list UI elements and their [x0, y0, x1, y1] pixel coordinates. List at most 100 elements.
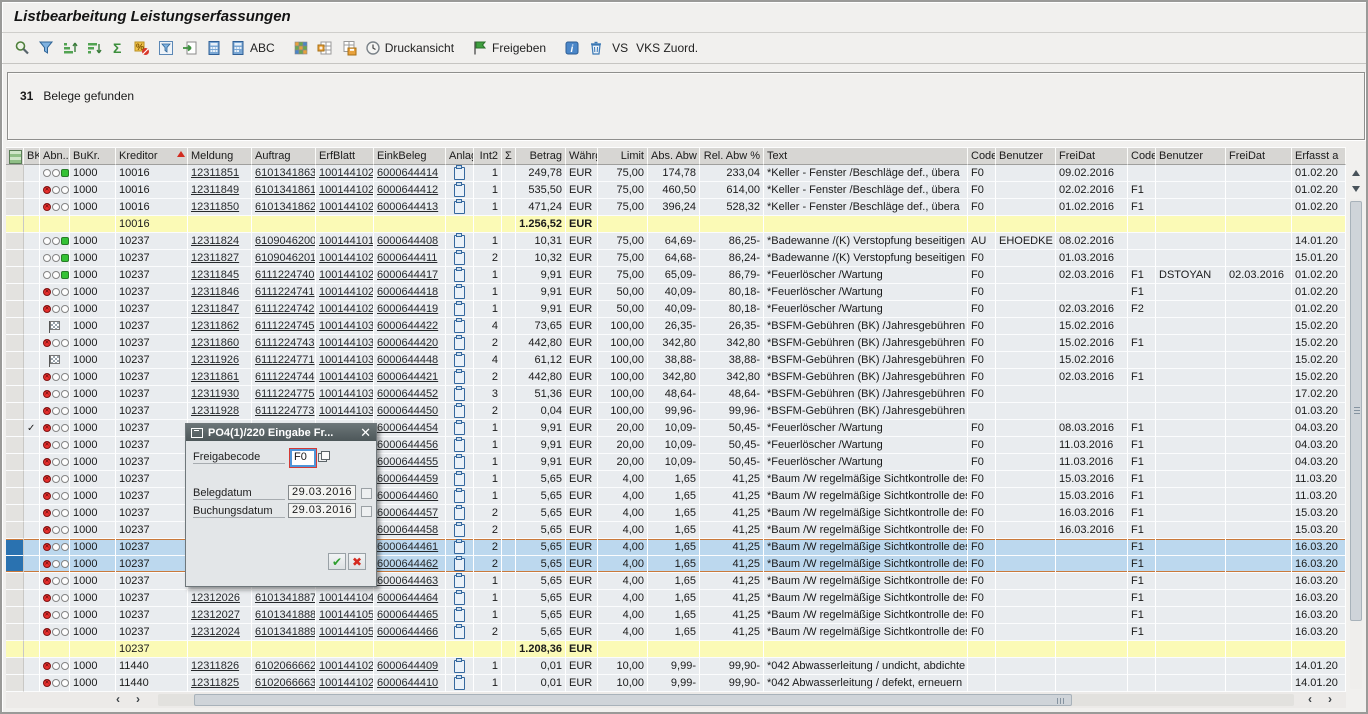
auftrag-link[interactable]: 6111224771	[255, 354, 315, 366]
set-filter-button[interactable]	[154, 38, 178, 58]
cell-auftrag[interactable]: 6101341861	[252, 182, 316, 199]
sort-ascending-button[interactable]	[58, 38, 82, 58]
row-selector[interactable]	[6, 165, 24, 182]
col-header-freidat1[interactable]: FreiDat	[1056, 147, 1128, 165]
table-row[interactable]: 1000102371231184761112247421001441028600…	[6, 301, 1346, 318]
row-selector[interactable]	[6, 505, 24, 522]
cell-auftrag[interactable]: 6111224740	[252, 267, 316, 284]
row-selector[interactable]	[6, 284, 24, 301]
attachment-icon[interactable]	[454, 592, 465, 605]
cell-anlagen[interactable]	[446, 267, 474, 284]
attachment-icon[interactable]	[454, 626, 465, 639]
row-selector[interactable]	[6, 216, 24, 233]
attachment-icon[interactable]	[454, 524, 465, 537]
einkbeleg-link[interactable]: 6000644419	[377, 303, 438, 315]
cell-einkbeleg[interactable]: 6000644459	[374, 471, 446, 488]
cell-anlagen[interactable]	[446, 233, 474, 250]
cell-anlagen[interactable]	[446, 624, 474, 641]
cell-auftrag[interactable]: 6111224744	[252, 369, 316, 386]
cell-erfblatt[interactable]: 1001441021	[316, 675, 374, 692]
einkbeleg-link[interactable]: 6000644456	[377, 439, 438, 451]
attachment-icon[interactable]	[454, 286, 465, 299]
attachment-icon[interactable]	[454, 541, 465, 554]
dialog-title-bar[interactable]: PO4(1)/220 Eingabe Fr... ✕	[186, 424, 376, 441]
einkbeleg-link[interactable]: 6000644420	[377, 337, 438, 349]
cell-auftrag[interactable]: 6101341862	[252, 199, 316, 216]
row-selector[interactable]	[6, 624, 24, 641]
cell-meldung[interactable]: 12311845	[188, 267, 252, 284]
cell-anlagen[interactable]	[446, 403, 474, 420]
cell-anlagen[interactable]	[446, 505, 474, 522]
meldung-link[interactable]: 12311849	[191, 184, 239, 196]
attachment-icon[interactable]	[454, 269, 465, 282]
attachment-icon[interactable]	[454, 167, 465, 180]
cell-einkbeleg[interactable]: 6000644419	[374, 301, 446, 318]
cell-meldung[interactable]: 12311850	[188, 199, 252, 216]
cell-auftrag[interactable]: 6101341863	[252, 165, 316, 182]
row-selector[interactable]	[6, 607, 24, 624]
attachment-icon[interactable]	[454, 456, 465, 469]
einkbeleg-link[interactable]: 6000644421	[377, 371, 438, 383]
table-row[interactable]: 1000102371231186161112247441001441034600…	[6, 369, 1346, 386]
cell-erfblatt[interactable]: 1001441024	[316, 182, 374, 199]
release-button[interactable]: Freigeben	[468, 38, 550, 58]
einkbeleg-link[interactable]: 6000644459	[377, 473, 438, 485]
erfblatt-link[interactable]: 1001441024	[319, 184, 374, 196]
row-selector[interactable]	[6, 454, 24, 471]
einkbeleg-link[interactable]: 6000644418	[377, 286, 438, 298]
cell-meldung[interactable]: 12311827	[188, 250, 252, 267]
table-row[interactable]: 1000102371231192861112247731001441036600…	[6, 403, 1346, 420]
row-selector[interactable]	[6, 420, 24, 437]
auftrag-link[interactable]: 6111224745	[255, 320, 315, 332]
cell-anlagen[interactable]	[446, 658, 474, 675]
export-button[interactable]	[178, 38, 202, 58]
cell-einkbeleg[interactable]: 6000644450	[374, 403, 446, 420]
hscroll-thumb[interactable]	[194, 694, 1072, 706]
table-row[interactable]: 1000100161231185161013418631001441023600…	[6, 165, 1346, 182]
cell-anlagen[interactable]	[446, 369, 474, 386]
einkbeleg-link[interactable]: 6000644409	[377, 660, 438, 672]
meldung-link[interactable]: 12311861	[191, 371, 239, 383]
attachment-icon[interactable]	[454, 609, 465, 622]
row-selector[interactable]	[6, 318, 24, 335]
einkbeleg-link[interactable]: 6000644457	[377, 507, 438, 519]
cell-auftrag[interactable]: 6111224745	[252, 318, 316, 335]
cell-erfblatt[interactable]: 1001441019	[316, 233, 374, 250]
einkbeleg-link[interactable]: 6000644464	[377, 592, 438, 604]
auftrag-link[interactable]: 6109046201	[255, 252, 316, 264]
cell-meldung[interactable]: 12311825	[188, 675, 252, 692]
horizontal-scrollbar[interactable]: ‹ › ‹ ›	[6, 692, 1346, 708]
cell-auftrag[interactable]: 6109046200	[252, 233, 316, 250]
cell-meldung[interactable]: 12311846	[188, 284, 252, 301]
attachment-icon[interactable]	[454, 252, 465, 265]
cell-einkbeleg[interactable]: 6000644454	[374, 420, 446, 437]
filter-button[interactable]	[34, 38, 58, 58]
cell-anlagen[interactable]	[446, 539, 474, 556]
meldung-link[interactable]: 12311926	[191, 354, 239, 366]
hscroll-track[interactable]	[158, 694, 1294, 706]
table-row[interactable]: 1000102371231182761090462011001441022600…	[6, 250, 1346, 267]
einkbeleg-link[interactable]: 6000644448	[377, 354, 438, 366]
meldung-link[interactable]: 12311845	[191, 269, 239, 281]
attachment-icon[interactable]	[454, 201, 465, 214]
einkbeleg-link[interactable]: 6000644454	[377, 422, 438, 434]
meldung-link[interactable]: 12311824	[191, 235, 239, 247]
einkbeleg-link[interactable]: 6000644460	[377, 490, 438, 502]
cell-meldung[interactable]: 12311826	[188, 658, 252, 675]
meldung-link[interactable]: 12311847	[191, 303, 239, 315]
row-selector[interactable]	[6, 522, 24, 539]
col-header-erfasst[interactable]: Erfasst a	[1292, 147, 1346, 165]
cell-meldung[interactable]: 12311926	[188, 352, 252, 369]
row-selector[interactable]	[6, 590, 24, 607]
meldung-link[interactable]: 12311851	[191, 167, 239, 179]
cell-meldung[interactable]: 12312024	[188, 624, 252, 641]
col-header-einkbeleg[interactable]: EinkBeleg	[374, 147, 446, 165]
table-row[interactable]: 1000100161231184961013418611001441024600…	[6, 182, 1346, 199]
cell-auftrag[interactable]: 6111224775	[252, 386, 316, 403]
col-header-abs[interactable]: Abs. Abw	[648, 147, 700, 165]
col-header-text[interactable]: Text	[764, 147, 968, 165]
col-header-waehrg[interactable]: Währg	[566, 147, 598, 165]
attachment-icon[interactable]	[454, 575, 465, 588]
cell-anlagen[interactable]	[446, 199, 474, 216]
layout-save-button[interactable]	[337, 38, 361, 58]
